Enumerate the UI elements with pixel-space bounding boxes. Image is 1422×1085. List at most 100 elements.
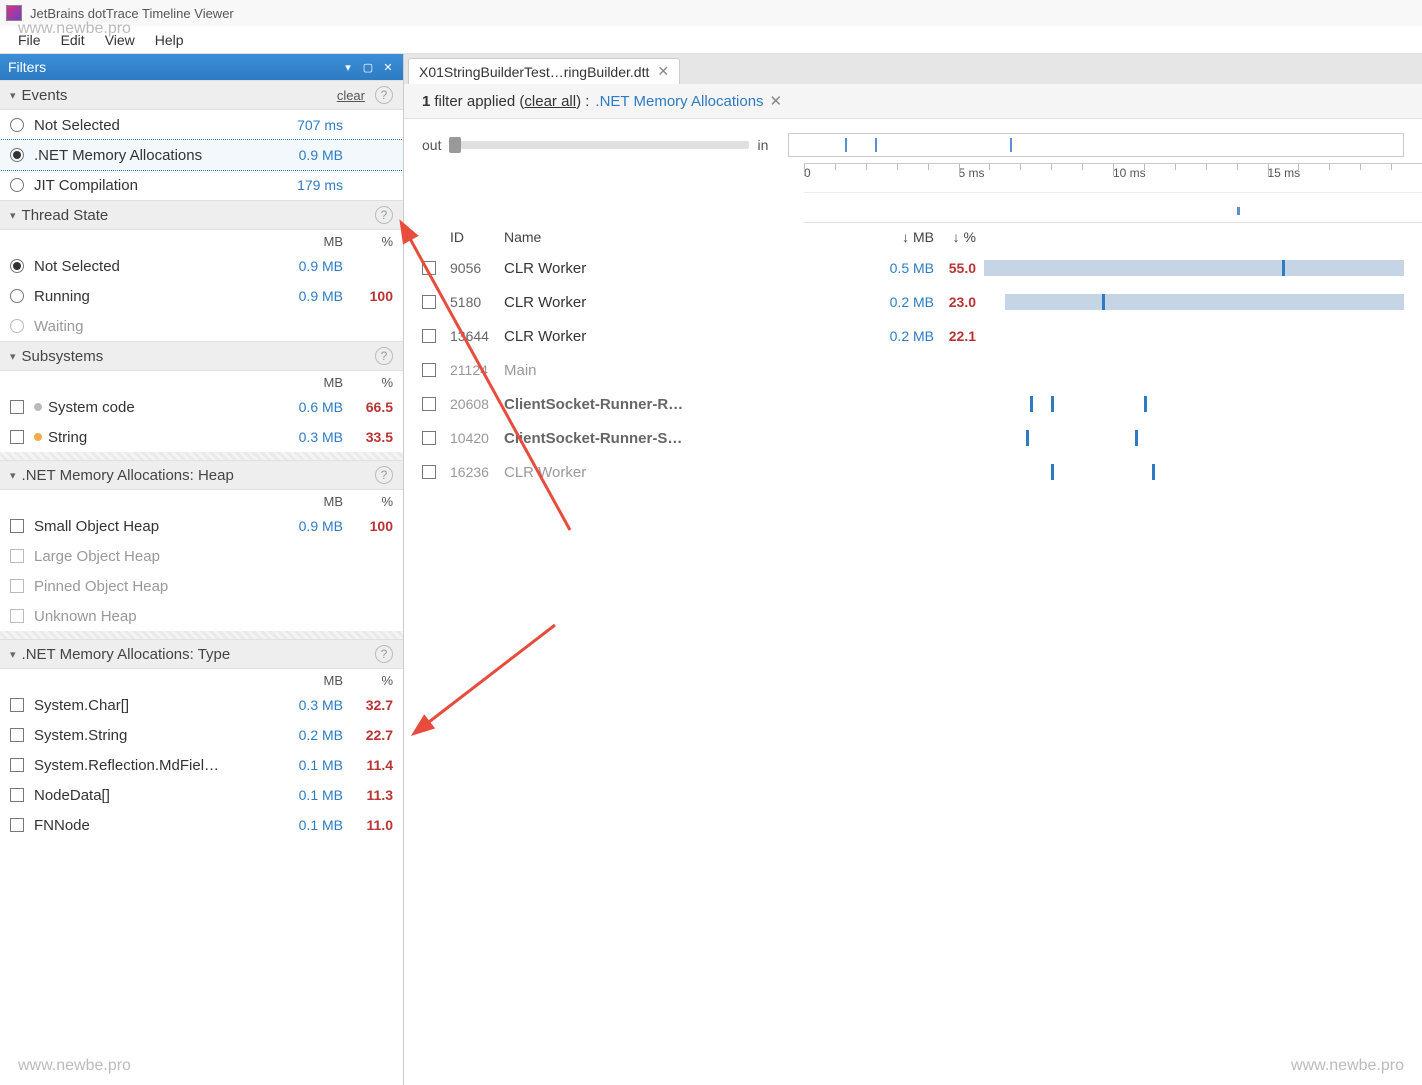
radio-icon[interactable] xyxy=(10,259,24,273)
heap-row[interactable]: Small Object Heap0.9 MB100 xyxy=(0,511,403,541)
type-row[interactable]: FNNode0.1 MB11.0 xyxy=(0,810,403,840)
ruler-tick xyxy=(804,164,805,176)
thread-state-row[interactable]: Running0.9 MB100 xyxy=(0,281,403,311)
thread-timeline[interactable] xyxy=(984,394,1404,414)
thread-id: 5180 xyxy=(450,294,504,310)
checkbox-icon[interactable] xyxy=(422,363,436,377)
heap-row[interactable]: Unknown Heap xyxy=(0,601,403,631)
events-row[interactable]: Not Selected707 ms xyxy=(0,110,403,140)
type-row[interactable]: NodeData[]0.1 MB11.3 xyxy=(0,780,403,810)
thread-name: ClientSocket-Runner-S… xyxy=(504,430,864,447)
menu-view[interactable]: View xyxy=(95,28,145,52)
checkbox-icon[interactable] xyxy=(10,400,24,414)
filter-tag-remove-icon[interactable]: ✕ xyxy=(770,92,783,110)
thread-timeline[interactable] xyxy=(984,428,1404,448)
thread-row[interactable]: 20608ClientSocket-Runner-R… xyxy=(404,387,1422,421)
help-icon[interactable]: ? xyxy=(375,347,393,365)
thread-state-row[interactable]: Not Selected0.9 MB xyxy=(0,251,403,281)
thread-name: CLR Worker xyxy=(504,328,864,345)
row-label: NodeData[] xyxy=(34,787,277,804)
checkbox-icon[interactable] xyxy=(422,431,436,445)
ruler-tick xyxy=(989,164,990,170)
content-area: X01StringBuilderTest…ringBuilder.dtt ✕ 1… xyxy=(404,54,1422,1085)
thread-state-row[interactable]: Waiting xyxy=(0,311,403,341)
checkbox-icon[interactable] xyxy=(10,519,24,533)
section-type[interactable]: ▾ .NET Memory Allocations: Type ? xyxy=(0,639,403,669)
timeline-event xyxy=(1282,260,1285,276)
heap-row[interactable]: Large Object Heap xyxy=(0,541,403,571)
section-subsystems[interactable]: ▾ Subsystems ? xyxy=(0,341,403,371)
document-tab[interactable]: X01StringBuilderTest…ringBuilder.dtt ✕ xyxy=(408,58,680,84)
checkbox-icon[interactable] xyxy=(422,397,436,411)
titlebar: JetBrains dotTrace Timeline Viewer xyxy=(0,0,1422,26)
filter-tag[interactable]: .NET Memory Allocations ✕ xyxy=(595,92,782,110)
thread-row[interactable]: 5180CLR Worker0.2 MB23.0 xyxy=(404,285,1422,319)
ruler-tick xyxy=(1391,164,1392,170)
events-row[interactable]: JIT Compilation179 ms xyxy=(0,170,403,200)
checkbox-icon[interactable] xyxy=(422,295,436,309)
radio-icon[interactable] xyxy=(10,319,24,333)
radio-icon[interactable] xyxy=(10,178,24,192)
thread-row[interactable]: 10420ClientSocket-Runner-S… xyxy=(404,421,1422,455)
subsystems-row[interactable]: System code0.6 MB66.5 xyxy=(0,392,403,422)
row-pct: 32.7 xyxy=(343,697,393,713)
heap-row[interactable]: Pinned Object Heap xyxy=(0,571,403,601)
radio-icon[interactable] xyxy=(10,118,24,132)
thread-row[interactable]: 16236CLR Worker xyxy=(404,455,1422,489)
type-row[interactable]: System.Reflection.MdFiel…0.1 MB11.4 xyxy=(0,750,403,780)
dropdown-icon[interactable]: ▾ xyxy=(341,61,355,74)
row-label: Waiting xyxy=(34,318,277,335)
section-thread-state[interactable]: ▾ Thread State ? xyxy=(0,200,403,230)
thread-row[interactable]: 21124Main xyxy=(404,353,1422,387)
row-mb: 0.9 MB xyxy=(277,288,343,304)
checkbox-icon[interactable] xyxy=(10,609,24,623)
pin-icon[interactable]: ▢ xyxy=(361,61,375,74)
thread-timeline[interactable] xyxy=(984,462,1404,482)
section-events[interactable]: ▾ Events clear ? xyxy=(0,80,403,110)
thread-row[interactable]: 9056CLR Worker0.5 MB55.0 xyxy=(404,251,1422,285)
thread-timeline[interactable] xyxy=(984,258,1404,278)
checkbox-icon[interactable] xyxy=(10,818,24,832)
zoom-slider[interactable] xyxy=(449,141,749,149)
help-icon[interactable]: ? xyxy=(375,645,393,663)
section-heap[interactable]: ▾ .NET Memory Allocations: Heap ? xyxy=(0,460,403,490)
checkbox-icon[interactable] xyxy=(10,579,24,593)
checkbox-icon[interactable] xyxy=(422,329,436,343)
checkbox-icon[interactable] xyxy=(10,698,24,712)
row-label: Pinned Object Heap xyxy=(34,578,277,595)
thread-timeline[interactable] xyxy=(984,360,1404,380)
help-icon[interactable]: ? xyxy=(375,206,393,224)
help-icon[interactable]: ? xyxy=(375,466,393,484)
row-mb: 0.3 MB xyxy=(277,429,343,445)
checkbox-icon[interactable] xyxy=(10,430,24,444)
radio-icon[interactable] xyxy=(10,148,24,162)
type-row[interactable]: System.Char[]0.3 MB32.7 xyxy=(0,690,403,720)
radio-icon[interactable] xyxy=(10,289,24,303)
checkbox-icon[interactable] xyxy=(10,788,24,802)
ruler-label: 10 ms xyxy=(1113,166,1146,180)
checkbox-icon[interactable] xyxy=(422,465,436,479)
slider-thumb[interactable] xyxy=(449,137,461,153)
thread-list-header: ID Name ↓ MB ↓ % xyxy=(404,223,1422,251)
checkbox-icon[interactable] xyxy=(10,728,24,742)
timeline-overview[interactable] xyxy=(788,133,1404,157)
checkbox-icon[interactable] xyxy=(422,261,436,275)
tab-close-icon[interactable]: ✕ xyxy=(657,63,669,80)
checkbox-icon[interactable] xyxy=(10,758,24,772)
menu-file[interactable]: File xyxy=(8,28,51,52)
events-clear[interactable]: clear xyxy=(337,88,365,103)
close-icon[interactable]: ✕ xyxy=(381,61,395,74)
events-row[interactable]: .NET Memory Allocations0.9 MB xyxy=(0,140,403,170)
chevron-down-icon: ▾ xyxy=(10,469,16,482)
thread-timeline[interactable] xyxy=(984,292,1404,312)
menu-help[interactable]: Help xyxy=(145,28,194,52)
subsystems-row[interactable]: String0.3 MB33.5 xyxy=(0,422,403,452)
clear-all-link[interactable]: clear all xyxy=(524,93,576,110)
thread-timeline[interactable] xyxy=(984,326,1404,346)
thread-row[interactable]: 13644CLR Worker0.2 MB22.1 xyxy=(404,319,1422,353)
help-icon[interactable]: ? xyxy=(375,86,393,104)
row-mb: 0.1 MB xyxy=(277,757,343,773)
type-row[interactable]: System.String0.2 MB22.7 xyxy=(0,720,403,750)
menu-edit[interactable]: Edit xyxy=(51,28,95,52)
checkbox-icon[interactable] xyxy=(10,549,24,563)
